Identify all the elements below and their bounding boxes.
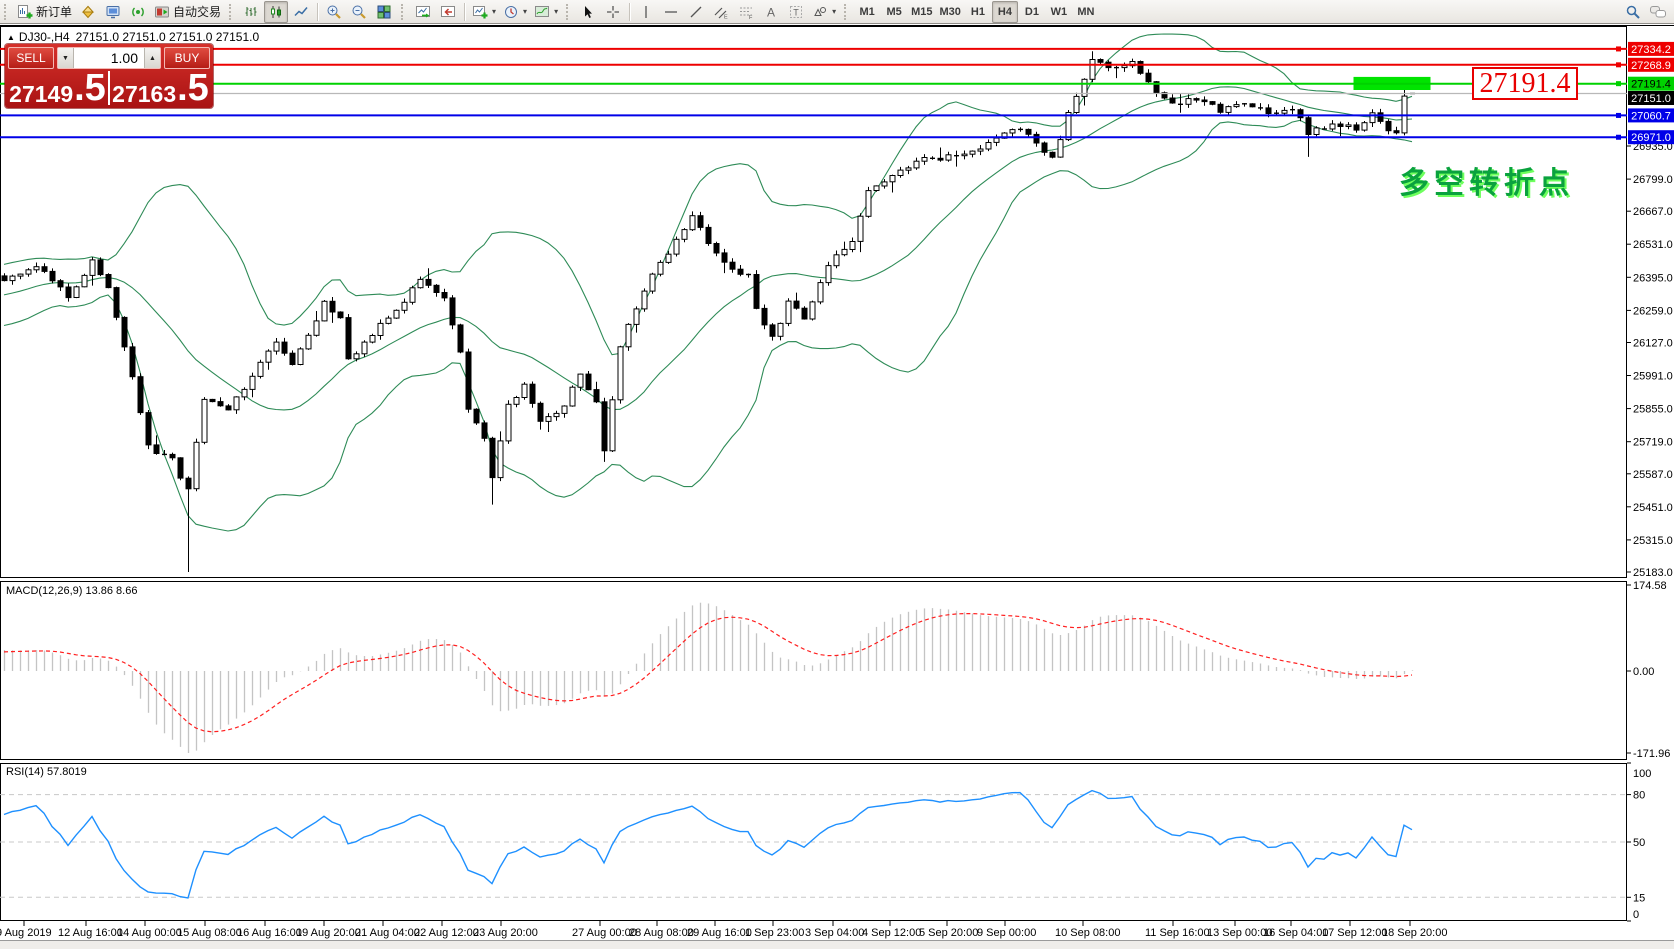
arrow-up-icon: ▲ [149,55,156,62]
sell-price-main: 27149 [9,84,73,105]
price-callout-label[interactable]: 27191.4 [1472,67,1578,100]
volume-decrease-button[interactable]: ▼ [58,48,74,68]
buy-price-pips: .5 [177,71,209,105]
svg-text:100: 100 [1633,768,1651,780]
svg-text:-171.96: -171.96 [1633,748,1670,760]
panel-divider [108,71,110,105]
svg-text:25991.0: 25991.0 [1633,371,1673,383]
chart-canvas[interactable]: 26935.026799.026667.026531.026395.026259… [0,0,1674,949]
chart-header: ▲ DJ30-,H4 27151.0 27151.0 27151.0 27151.0 [7,30,265,44]
time-axis-label: 11 Sep 16:00 [1145,927,1210,939]
svg-text:27191.4: 27191.4 [1631,79,1671,91]
sell-button[interactable]: SELL [8,47,54,69]
svg-text:0.00: 0.00 [1633,666,1654,678]
time-axis-label: 19 Aug 20:00 [296,927,361,939]
svg-text:27268.9: 27268.9 [1631,60,1671,72]
time-axis-label: 1 Sep 23:00 [745,927,804,939]
svg-text:25183.0: 25183.0 [1633,567,1673,579]
svg-text:27060.7: 27060.7 [1631,110,1671,122]
svg-text:26395.0: 26395.0 [1633,272,1673,284]
time-axis-label: 12 Aug 16:00 [58,927,123,939]
svg-text:26259.0: 26259.0 [1633,305,1673,317]
turning-point-annotation[interactable]: 多空转折点 [1399,158,1574,202]
time-axis-label: 18 Sep 20:00 [1382,927,1447,939]
svg-text:27334.2: 27334.2 [1631,44,1671,56]
svg-text:25587.0: 25587.0 [1633,469,1673,481]
buy-price[interactable]: 27163.5 [111,71,210,105]
svg-text:26127.0: 26127.0 [1633,338,1673,350]
svg-text:26531.0: 26531.0 [1633,239,1673,251]
volume-stepper: ▼ ▲ [57,47,161,69]
svg-text:26667.0: 26667.0 [1633,206,1673,218]
svg-text:15: 15 [1633,892,1645,904]
time-axis-label: 3 Sep 04:00 [805,927,864,939]
sell-price-pips: .5 [74,71,106,105]
svg-text:0: 0 [1633,909,1639,921]
time-axis-label: 21 Aug 04:00 [355,927,420,939]
svg-text:80: 80 [1633,790,1645,802]
time-axis-label: 9 Sep 00:00 [977,927,1036,939]
svg-text:50: 50 [1633,837,1645,849]
macd-indicator-label: MACD(12,26,9) 13.86 8.66 [6,585,137,597]
volume-input[interactable] [74,48,144,68]
svg-text:25315.0: 25315.0 [1633,535,1673,547]
time-axis-label: 23 Aug 20:00 [473,927,538,939]
chart-ohlc: 27151.0 27151.0 27151.0 27151.0 [76,30,260,44]
time-axis-label: 16 Sep 04:00 [1263,927,1328,939]
svg-text:27151.0: 27151.0 [1631,93,1671,105]
time-axis-label: 15 Aug 08:00 [177,927,242,939]
svg-text:25719.0: 25719.0 [1633,437,1673,449]
time-axis-label: 17 Sep 12:00 [1322,927,1387,939]
buy-price-main: 27163 [112,84,176,105]
time-axis-label: 5 Sep 20:00 [919,927,978,939]
svg-text:25451.0: 25451.0 [1633,502,1673,514]
svg-text:26799.0: 26799.0 [1633,174,1673,186]
time-axis-label: 4 Sep 12:00 [862,927,921,939]
arrow-down-icon: ▼ [62,55,69,62]
time-axis-label: 22 Aug 12:00 [414,927,479,939]
mt4-window: 新订单 自动交易 [0,0,1674,949]
time-axis-label: 10 Sep 08:00 [1055,927,1120,939]
svg-text:26971.0: 26971.0 [1631,132,1671,144]
svg-text:25855.0: 25855.0 [1633,404,1673,416]
time-axis-label: 29 Aug 16:00 [687,927,752,939]
time-axis-label: 16 Aug 16:00 [237,927,302,939]
chart-title: DJ30-,H4 [19,30,70,44]
buy-button[interactable]: BUY [164,47,210,69]
svg-text:174.58: 174.58 [1633,580,1667,592]
time-axis-label: 27 Aug 00:00 [572,927,637,939]
volume-increase-button[interactable]: ▲ [144,48,160,68]
time-axis-label: 14 Aug 00:00 [117,927,182,939]
collapse-icon[interactable]: ▲ [7,33,15,42]
rsi-indicator-label: RSI(14) 57.8019 [6,766,87,778]
sell-price[interactable]: 27149.5 [8,71,107,105]
time-axis-label: 28 Aug 08:00 [629,927,694,939]
time-axis-label: 9 Aug 2019 [0,927,52,939]
one-click-trading-panel: SELL ▼ ▲ BUY 27149.5 27163.5 [5,44,213,108]
